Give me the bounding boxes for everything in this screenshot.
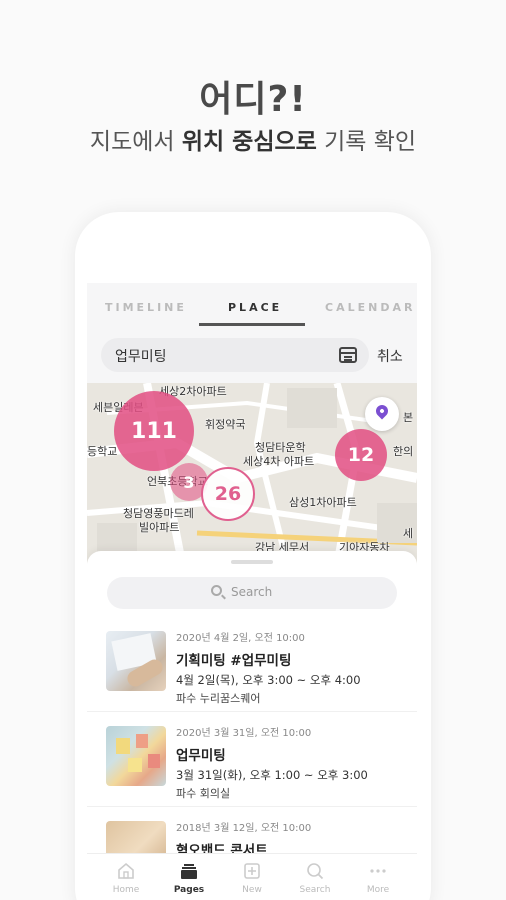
sheet-search-placeholder: Search [231, 585, 273, 599]
map-label: 등학교 [87, 445, 118, 458]
active-tab-indicator [199, 323, 305, 326]
tab-place[interactable]: PLACE [228, 301, 282, 314]
item-meta: 2020년 4월 2일, 오전 10:00 [176, 633, 305, 644]
new-icon [244, 863, 260, 879]
bottom-nav: Home Pages New Search More [87, 853, 417, 900]
nav-more[interactable]: More [345, 854, 411, 900]
item-thumbnail [106, 726, 166, 786]
nav-label: New [242, 885, 262, 895]
map-view[interactable]: 세상2차아파트 세븐일레븐 휘정약국 등학교 청담타운학 세상4차 아파트 언북… [87, 383, 417, 563]
sheet-handle[interactable] [231, 560, 273, 564]
item-time: 3월 31일(화), 오후 1:00 ~ 오후 3:00 [176, 768, 368, 782]
subline: 지도에서 위치 중심으로 기록 확인 [0, 122, 506, 156]
more-icon [370, 869, 386, 873]
nav-search[interactable]: Search [282, 854, 348, 900]
item-place: 파수 회의실 [176, 787, 231, 800]
nav-label: Pages [173, 885, 205, 895]
tab-timeline[interactable]: TIMELINE [105, 301, 187, 314]
tab-calendar[interactable]: CALENDAR [325, 301, 415, 314]
item-title: 기획미팅 #업무미팅 [176, 653, 292, 669]
search-icon [307, 863, 324, 880]
map-label: 세 [403, 527, 414, 540]
item-meta: 2020년 3월 31일, 오전 10:00 [176, 728, 312, 739]
map-label: 세상4차 아파트 [243, 455, 315, 468]
list-item[interactable]: 2020년 3월 31일, 오전 10:00 업무미팅 3월 31일(화), 오… [87, 712, 417, 807]
app-screen: TIMELINE PLACE CALENDAR 업무미팅 취소 세상2차아파트 … [87, 283, 417, 900]
nav-home[interactable]: Home [93, 854, 159, 900]
item-meta: 2018년 3월 12일, 오전 10:00 [176, 823, 312, 834]
location-pin-button[interactable] [365, 397, 399, 431]
tab-bar: TIMELINE PLACE CALENDAR [87, 283, 417, 329]
item-place: 파수 누리꿈스퀘어 [176, 692, 261, 705]
subline-bold: 위치 중심으로 [181, 129, 317, 155]
map-label: 휘정약국 [205, 418, 246, 431]
bottom-sheet: Search 2020년 4월 2일, 오전 10:00 기획미팅 #업무미팅 … [87, 551, 417, 900]
item-thumbnail [106, 631, 166, 691]
cluster-marker[interactable]: 26 [201, 467, 255, 521]
item-time: 4월 2일(목), 오후 3:00 ~ 오후 4:00 [176, 673, 361, 687]
map-label: 한의 [393, 445, 414, 458]
cancel-button[interactable]: 취소 [377, 346, 403, 366]
calendar-icon[interactable] [339, 347, 357, 363]
nav-label: More [366, 885, 390, 895]
item-title: 업무미팅 [176, 748, 226, 764]
map-label: 본 [403, 411, 414, 424]
pages-icon [181, 864, 197, 879]
location-pin-icon [373, 402, 391, 420]
search-icon [211, 585, 222, 596]
cluster-marker[interactable]: 12 [335, 429, 387, 481]
sheet-search-input[interactable]: Search [107, 577, 397, 609]
nav-pages[interactable]: Pages [156, 854, 222, 900]
subline-pre: 지도에서 [89, 129, 182, 155]
headline: 어디?! [199, 79, 307, 120]
cluster-marker[interactable]: 111 [114, 391, 194, 471]
search-field[interactable]: 업무미팅 [101, 338, 369, 372]
nav-new[interactable]: New [219, 854, 285, 900]
search-query: 업무미팅 [115, 349, 167, 365]
map-label: 빌아파트 [139, 521, 180, 534]
nav-label: Search [299, 885, 331, 895]
subline-post: 기록 확인 [316, 129, 417, 155]
nav-label: Home [112, 885, 140, 895]
list-item[interactable]: 2020년 4월 2일, 오전 10:00 기획미팅 #업무미팅 4월 2일(목… [87, 617, 417, 712]
home-icon [118, 862, 134, 879]
map-label: 삼성1차아파트 [289, 496, 357, 509]
